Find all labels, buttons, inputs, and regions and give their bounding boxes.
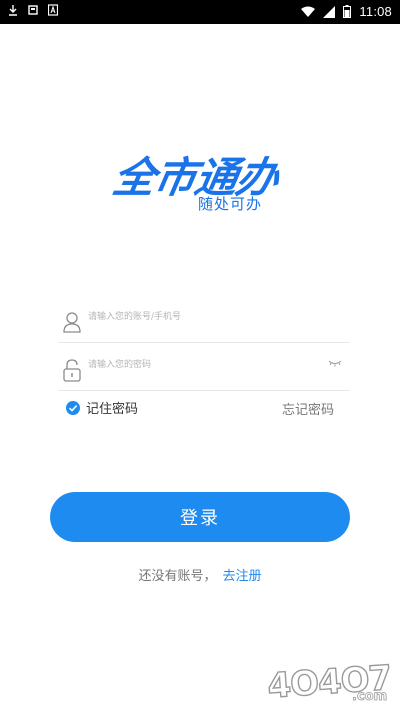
status-bar: 11:08 — [0, 0, 400, 24]
status-left-icons — [8, 4, 58, 16]
user-icon — [63, 312, 81, 333]
svg-text:.com: .com — [352, 689, 387, 704]
wifi-icon — [301, 6, 316, 17]
remember-password-label: 记住密码 — [86, 402, 139, 417]
app-logo: 全市通办 随处可办 — [100, 140, 300, 220]
svg-text:4O4O7: 4O4O7 — [266, 658, 392, 707]
battery-icon — [343, 5, 352, 18]
cell-signal-icon — [323, 5, 336, 18]
status-time: 11:08 — [359, 4, 392, 19]
remember-password-checkbox[interactable]: 记住密码 — [66, 398, 138, 417]
forgot-password-link[interactable]: 忘记密码 — [282, 399, 334, 418]
password-field — [58, 347, 350, 391]
register-row: 还没有账号， 去注册 — [0, 565, 400, 584]
login-button[interactable]: 登录 — [50, 492, 350, 542]
a-icon — [48, 4, 58, 16]
square-icon — [28, 5, 38, 15]
logo-tagline: 随处可办 — [198, 195, 263, 213]
lock-icon — [63, 359, 81, 382]
checkmark-circle-icon — [66, 400, 80, 415]
download-icon — [9, 5, 17, 16]
account-field — [58, 299, 350, 343]
account-input[interactable] — [88, 307, 324, 327]
status-right-icons: 11:08 — [301, 4, 392, 19]
no-account-text: 还没有账号， — [138, 569, 217, 584]
password-input[interactable] — [88, 355, 324, 375]
register-link[interactable]: 去注册 — [223, 569, 262, 584]
eye-closed-icon[interactable] — [328, 359, 342, 367]
